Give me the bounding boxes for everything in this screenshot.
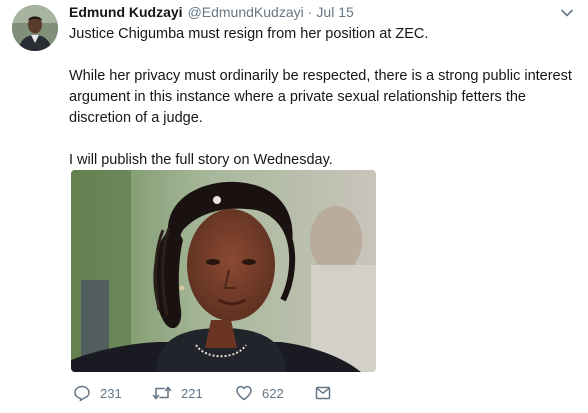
- avatar[interactable]: [12, 5, 58, 51]
- separator-dot: ·: [307, 4, 313, 20]
- reply-icon: [74, 385, 90, 402]
- retweet-count: 221: [181, 385, 203, 401]
- chevron-down-icon[interactable]: [560, 6, 574, 20]
- like-count: 622: [262, 385, 284, 401]
- tweet-photo[interactable]: [71, 170, 376, 372]
- author-handle[interactable]: @EdmundKudzayi: [188, 2, 304, 22]
- like-button[interactable]: 622: [235, 384, 314, 402]
- tweet-actions: 231 221 622: [73, 384, 332, 402]
- tweet-paragraph-3: I will publish the full story on Wednesd…: [69, 152, 333, 168]
- photo-image: [71, 170, 376, 372]
- avatar-image: [12, 5, 58, 51]
- tweet-text: Justice Chigumba must resign from her po…: [69, 24, 574, 171]
- envelope-icon: [315, 386, 331, 400]
- tweet-timestamp[interactable]: Jul 15: [316, 2, 353, 22]
- author-name[interactable]: Edmund Kudzayi: [69, 2, 183, 22]
- tweet-header: Edmund Kudzayi @EdmundKudzayi · Jul 15: [69, 2, 574, 22]
- direct-message-button[interactable]: [314, 384, 332, 402]
- reply-count: 231: [100, 385, 122, 401]
- reply-button[interactable]: 231: [73, 384, 152, 402]
- retweet-button[interactable]: 221: [152, 384, 235, 402]
- retweet-icon: [152, 386, 172, 400]
- tweet-card[interactable]: Edmund Kudzayi @EdmundKudzayi · Jul 15 J…: [0, 0, 588, 413]
- tweet-paragraph-2: While her privacy must ordinarily be res…: [69, 68, 572, 126]
- tweet-content: Edmund Kudzayi @EdmundKudzayi · Jul 15 J…: [69, 2, 574, 171]
- heart-icon: [236, 385, 252, 401]
- tweet-paragraph-1: Justice Chigumba must resign from her po…: [69, 26, 429, 42]
